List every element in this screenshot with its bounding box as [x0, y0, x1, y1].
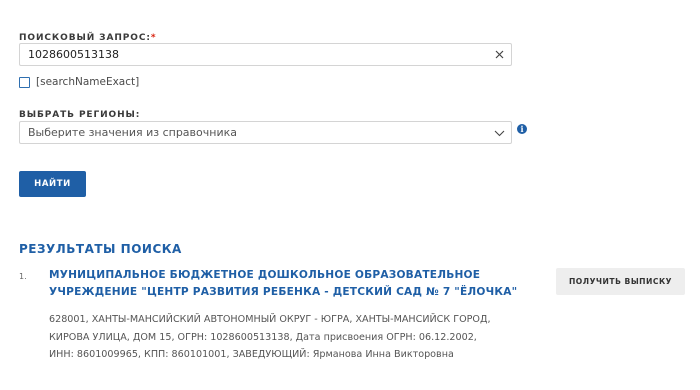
results-heading: РЕЗУЛЬТАТЫ ПОИСКА	[19, 242, 182, 256]
regions-select[interactable]: Выберите значения из справочника	[19, 121, 512, 144]
chevron-down-icon[interactable]	[492, 126, 506, 140]
clear-icon[interactable]	[492, 47, 507, 62]
search-input[interactable]: 1028600513138	[19, 43, 512, 66]
search-input-value: 1028600513138	[28, 48, 119, 61]
result-title-link[interactable]: МУНИЦИПАЛЬНОЕ БЮДЖЕТНОЕ ДОШКОЛЬНОЕ ОБРАЗ…	[49, 267, 539, 301]
result-description: 628001, ХАНТЫ-МАНСИЙСКИЙ АВТОНОМНЫЙ ОКРУ…	[49, 314, 491, 360]
result-number: 1.	[19, 272, 27, 281]
exact-match-option[interactable]: [searchNameExact]	[19, 76, 139, 88]
search-query-label: ПОИСКОВЫЙ ЗАПРОС:*	[19, 33, 157, 43]
info-icon[interactable]: i	[517, 124, 527, 134]
find-button[interactable]: НАЙТИ	[19, 171, 86, 197]
regions-label: ВЫБРАТЬ РЕГИОНЫ:	[19, 110, 141, 120]
get-extract-button[interactable]: ПОЛУЧИТЬ ВЫПИСКУ	[556, 268, 685, 295]
regions-placeholder: Выберите значения из справочника	[28, 126, 237, 139]
required-mark: *	[150, 33, 157, 43]
exact-match-checkbox[interactable]	[19, 76, 30, 88]
exact-match-label: [searchNameExact]	[36, 76, 140, 88]
